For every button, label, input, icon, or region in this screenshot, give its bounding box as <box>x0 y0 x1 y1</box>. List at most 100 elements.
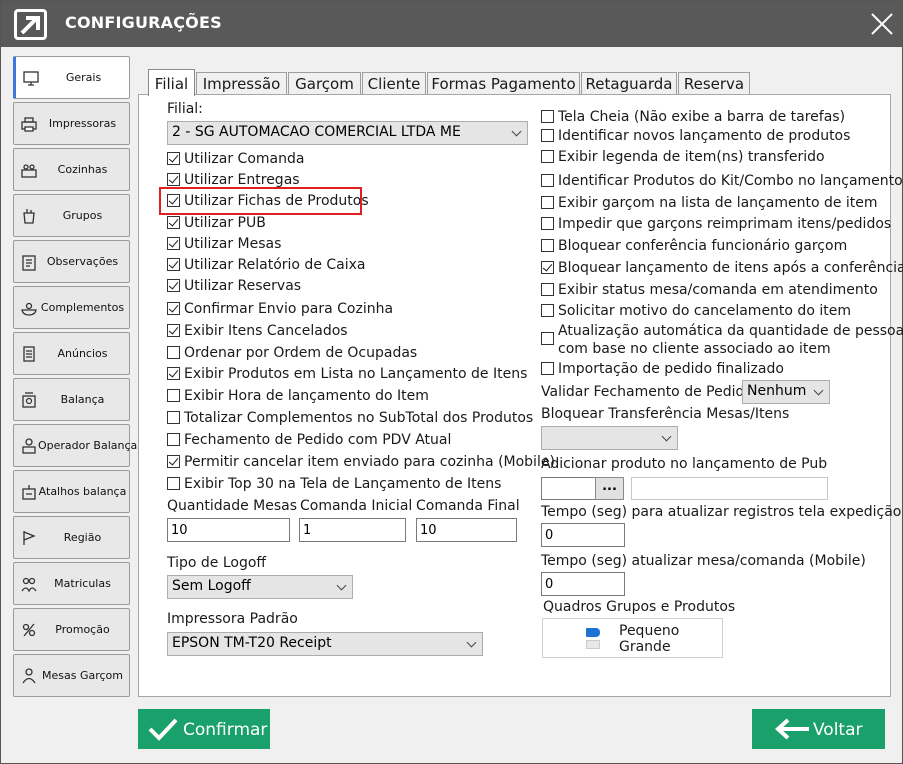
checkbox-box[interactable] <box>541 332 554 345</box>
sidebar-item-matriculas[interactable]: Matriculas <box>13 562 130 605</box>
checkbox-box[interactable] <box>167 152 180 165</box>
checkbox-box[interactable] <box>541 362 554 375</box>
sidebar-item-mesas-garcom[interactable]: Mesas Garçom <box>13 654 130 697</box>
checkbox-box[interactable] <box>167 389 180 402</box>
checkbox-exibir-garcom-lista[interactable]: Exibir garçom na lista de lançamento de … <box>541 195 878 213</box>
checkbox-exibir-top-30[interactable]: Exibir Top 30 na Tela de Lançamento de I… <box>167 476 501 494</box>
adicionar-pub-code-input[interactable] <box>541 477 596 500</box>
comanda-inicial-input[interactable]: 1 <box>299 518 406 542</box>
checkbox-tela-cheia[interactable]: Tela Cheia (Não exibe a barra de tarefas… <box>541 109 845 127</box>
impressora-padrao-select[interactable]: EPSON TM-T20 Receipt <box>167 632 483 656</box>
quadros-option-grande[interactable]: Grande <box>619 639 671 655</box>
checkbox-box[interactable] <box>167 258 180 271</box>
checkbox-box[interactable] <box>167 367 180 380</box>
adicionar-pub-search-button[interactable]: ... <box>595 477 624 500</box>
checkbox-box[interactable] <box>167 279 180 292</box>
checkbox-permitir-cancelar-item[interactable]: Permitir cancelar item enviado para cozi… <box>167 454 555 472</box>
tab-formas-pagamento[interactable]: Formas Pagamento <box>427 72 580 95</box>
back-button[interactable]: Voltar <box>752 709 885 749</box>
tab-impressao[interactable]: Impressão <box>196 72 287 95</box>
checkbox-box[interactable] <box>541 217 554 230</box>
checkbox-box[interactable] <box>167 411 180 424</box>
checkbox-bloquear-lancamento-apos-conferencia[interactable]: Bloquear lançamento de itens após a conf… <box>541 260 903 278</box>
sidebar-item-regiao[interactable]: Região <box>13 516 130 559</box>
sidebar-item-cozinhas[interactable]: Cozinhas <box>13 148 130 191</box>
checkbox-utilizar-pub[interactable]: Utilizar PUB <box>167 215 266 233</box>
tab-reserva[interactable]: Reserva <box>678 72 750 95</box>
checkbox-exibir-produtos-lista[interactable]: Exibir Produtos em Lista no Lançamento d… <box>167 366 527 384</box>
tab-retaguarda[interactable]: Retaguarda <box>581 72 677 95</box>
checkbox-solicitar-motivo-cancelamento[interactable]: Solicitar motivo do cancelamento do item <box>541 303 851 321</box>
checkbox-box[interactable] <box>541 174 554 187</box>
checkbox-atualizacao-automatica-pessoas[interactable] <box>541 331 558 349</box>
sidebar-item-balanca[interactable]: Balança <box>13 378 130 421</box>
checkbox-box[interactable] <box>541 239 554 252</box>
checkbox-box[interactable] <box>167 346 180 359</box>
checkbox-box[interactable] <box>541 150 554 163</box>
checkbox-ordenar-ocupadas[interactable]: Ordenar por Ordem de Ocupadas <box>167 345 417 363</box>
checkbox-box[interactable] <box>541 304 554 317</box>
tab-cliente[interactable]: Cliente <box>362 72 426 95</box>
checkbox-confirmar-envio-cozinha[interactable]: Confirmar Envio para Cozinha <box>167 301 393 319</box>
sidebar-item-operador-balanca[interactable]: Operador Balança <box>13 424 137 467</box>
checkbox-utilizar-reservas[interactable]: Utilizar Reservas <box>167 278 301 296</box>
checkbox-exibir-legenda-transferido[interactable]: Exibir legenda de item(ns) transferido <box>541 149 825 167</box>
unselected-radio-marker-icon <box>586 640 600 649</box>
checkbox-exibir-status-mesa[interactable]: Exibir status mesa/comanda em atendiment… <box>541 282 878 300</box>
printer-icon <box>21 117 37 132</box>
checkbox-box[interactable] <box>541 283 554 296</box>
sidebar-item-observacoes[interactable]: Observações <box>13 240 130 283</box>
checkbox-totalizar-complementos[interactable]: Totalizar Complementos no SubTotal dos P… <box>167 410 533 428</box>
sidebar-item-anuncios[interactable]: Anúncios <box>13 332 130 375</box>
checkbox-label: Identificar novos lançamento de produtos <box>558 128 851 144</box>
checkbox-box[interactable] <box>167 237 180 250</box>
sidebar-item-promocao[interactable]: Promoção <box>13 608 130 651</box>
checkbox-box[interactable] <box>167 433 180 446</box>
validar-fechamento-select[interactable]: Nenhum <box>742 380 830 404</box>
checkbox-box[interactable] <box>167 324 180 337</box>
checkbox-importacao-pedido-finalizado[interactable]: Importação de pedido finalizado <box>541 361 784 379</box>
tempo-expedicao-input[interactable]: 0 <box>541 523 625 547</box>
checkbox-exibir-hora-lancamento[interactable]: Exibir Hora de lançamento do Item <box>167 388 429 406</box>
checkbox-impedir-reimpressao[interactable]: Impedir que garçons reimprimam itens/ped… <box>541 216 891 234</box>
sidebar-item-grupos[interactable]: Grupos <box>13 194 130 237</box>
checkbox-utilizar-mesas[interactable]: Utilizar Mesas <box>167 236 281 254</box>
tempo-mobile-input[interactable]: 0 <box>541 572 625 596</box>
adicionar-pub-description-input[interactable] <box>631 477 828 500</box>
sidebar-item-gerais[interactable]: Gerais <box>13 56 130 99</box>
sidebar-item-atalhos-balanca[interactable]: Atalhos balança <box>13 470 130 513</box>
checkbox-box[interactable] <box>541 110 554 123</box>
sidebar-item-label: Atalhos balança <box>38 485 127 498</box>
filial-select[interactable]: 2 - SG AUTOMACAO COMERCIAL LTDA ME <box>167 121 528 145</box>
sidebar-item-impressoras[interactable]: Impressoras <box>13 102 130 145</box>
checkbox-box[interactable] <box>541 261 554 274</box>
bloquear-transferencia-select[interactable] <box>541 426 678 450</box>
checkbox-utilizar-comanda[interactable]: Utilizar Comanda <box>167 151 304 169</box>
checkbox-identificar-novos-lancamentos[interactable]: Identificar novos lançamento de produtos <box>541 128 850 146</box>
quantidade-mesas-input[interactable]: 10 <box>167 518 290 542</box>
checkbox-bloquear-conferencia-garcom[interactable]: Bloquear conferência funcionário garçom <box>541 238 847 256</box>
checkbox-exibir-itens-cancelados[interactable]: Exibir Itens Cancelados <box>167 323 348 341</box>
checkbox-utilizar-relatorio-caixa[interactable]: Utilizar Relatório de Caixa <box>167 257 366 275</box>
quadros-option-pequeno[interactable]: Pequeno <box>619 623 679 639</box>
close-icon[interactable] <box>867 9 897 39</box>
checkbox-fechamento-pdv-atual[interactable]: Fechamento de Pedido com PDV Atual <box>167 432 451 450</box>
tab-garcom[interactable]: Garçom <box>288 72 361 95</box>
tipo-logoff-select[interactable]: Sem Logoff <box>167 575 353 599</box>
tab-filial[interactable]: Filial <box>148 69 195 96</box>
arrow-left-icon <box>775 718 809 740</box>
checkbox-label: Exibir status mesa/comanda em atendiment… <box>558 282 878 298</box>
sidebar-item-complementos[interactable]: Complementos <box>13 286 130 329</box>
checkbox-box[interactable] <box>541 129 554 142</box>
checkbox-box[interactable] <box>541 196 554 209</box>
checkbox-box[interactable] <box>167 455 180 468</box>
checkbox-box[interactable] <box>167 302 180 315</box>
confirm-button[interactable]: Confirmar <box>138 709 270 749</box>
checkbox-label: Exibir Hora de lançamento do Item <box>184 388 429 404</box>
checkbox-label: Solicitar motivo do cancelamento do item <box>558 303 851 319</box>
comanda-final-input[interactable]: 10 <box>416 518 517 542</box>
checkbox-box[interactable] <box>167 216 180 229</box>
checkbox-identificar-kit-combo[interactable]: Identificar Produtos do Kit/Combo no lan… <box>541 173 903 191</box>
checkbox-box[interactable] <box>167 173 180 186</box>
checkbox-box[interactable] <box>167 477 180 490</box>
